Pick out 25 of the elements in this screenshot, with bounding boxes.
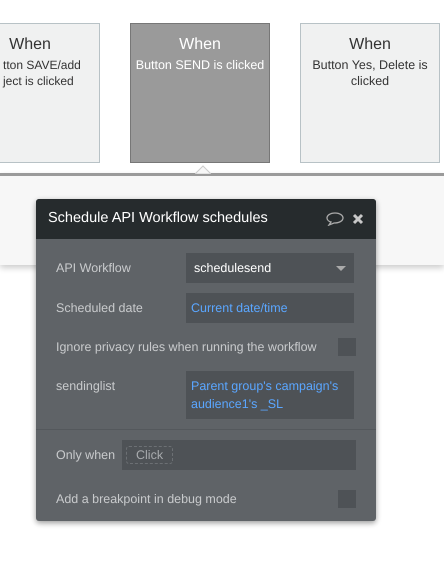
field-label: Scheduled date <box>56 300 144 317</box>
workflow-dropdown[interactable]: schedulesend <box>186 253 354 283</box>
dialog-title: Schedule API Workflow schedules <box>48 209 269 228</box>
field-label: sendinglist <box>56 378 116 395</box>
card-title: When <box>349 35 391 55</box>
card-text: ject is clicked <box>3 73 74 89</box>
field-label: Only when <box>56 446 116 464</box>
card-text: Button Yes, Delete is <box>312 57 428 73</box>
field-label: API Workflow <box>56 260 132 277</box>
click-placeholder[interactable]: Click <box>126 446 174 464</box>
card-title: When <box>179 35 221 55</box>
card-text: Button SEND is clicked <box>136 57 264 73</box>
card-text: tton SAVE/add <box>3 57 81 73</box>
comment-icon[interactable] <box>326 212 344 226</box>
expression-field[interactable]: Current date/time <box>186 293 354 323</box>
card-text: clicked <box>350 73 390 89</box>
condition-field[interactable]: Click <box>122 440 356 470</box>
expression-field[interactable]: Parent group's campaign's audience1's _SL <box>186 371 354 419</box>
event-card[interactable]: When Button SEND is clicked <box>130 23 270 163</box>
event-card[interactable]: When tton SAVE/add ject is clicked <box>0 23 100 163</box>
event-card[interactable]: When Button Yes, Delete is clicked <box>300 23 440 163</box>
close-icon[interactable] <box>352 213 364 225</box>
field-label: Add a breakpoint in debug mode <box>56 491 237 508</box>
card-title: When <box>9 35 51 55</box>
field-label: Ignore privacy rules when running the workflow <box>56 338 317 356</box>
